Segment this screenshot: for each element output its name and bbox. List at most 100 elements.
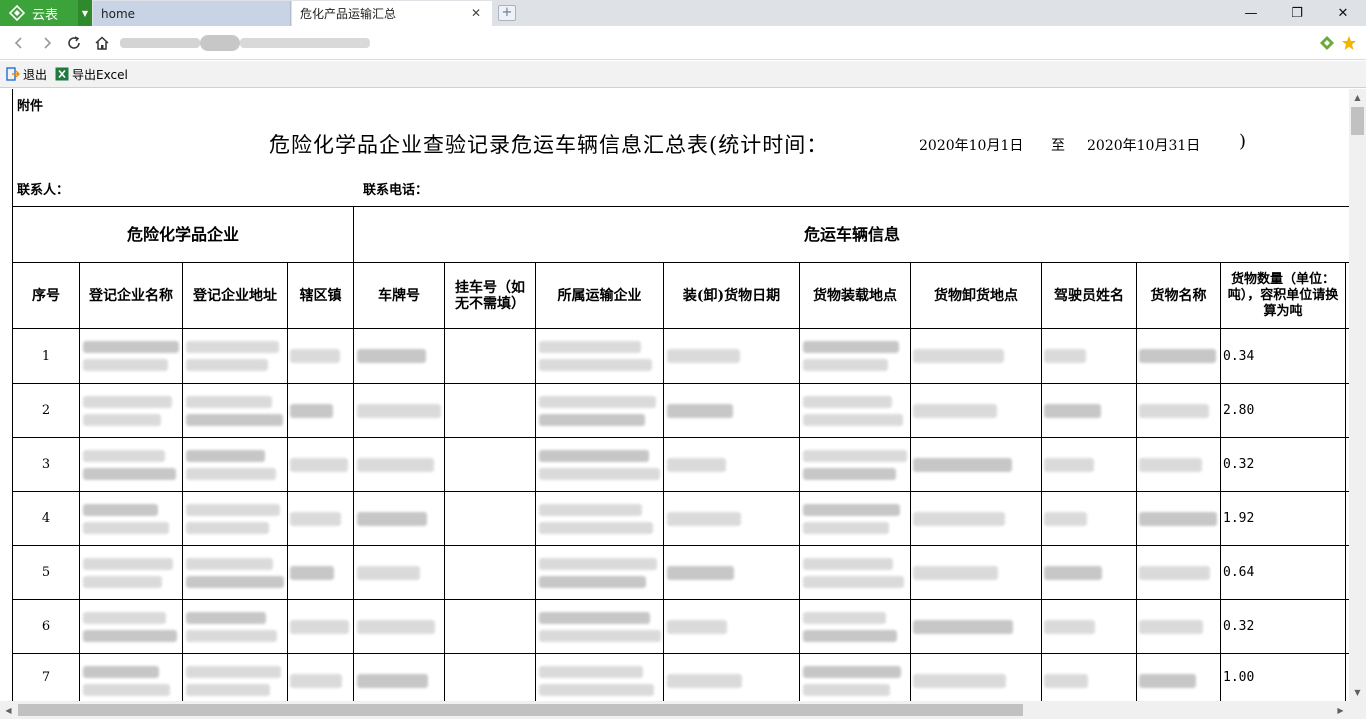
address-bar <box>0 26 1366 60</box>
redacted-text <box>290 404 333 418</box>
tab-label: home <box>101 6 136 21</box>
scroll-left-icon[interactable]: ◀ <box>0 701 17 719</box>
redacted-text <box>1139 620 1203 634</box>
vertical-scrollbar[interactable]: ▲ ▼ <box>1349 89 1366 701</box>
redacted-text <box>83 414 161 426</box>
redacted-text <box>803 396 892 408</box>
app-menu-button[interactable]: 云表 ▼ <box>0 0 92 26</box>
tab-label: 危化产品运输汇总 <box>300 7 397 21</box>
column-header: 登记企业名称 <box>89 287 173 304</box>
redacted-text <box>357 620 435 634</box>
redacted-text <box>290 620 349 634</box>
new-tab-button[interactable]: + <box>498 5 516 21</box>
scrollbar-corner <box>1349 701 1366 719</box>
tab-home[interactable]: home <box>93 1 291 26</box>
exit-button[interactable]: 退出 <box>6 66 47 83</box>
scroll-right-icon[interactable]: ▶ <box>1332 701 1349 719</box>
bookmark-star-icon[interactable] <box>1340 34 1358 52</box>
redacted-text <box>1139 458 1202 472</box>
redacted-text <box>186 396 272 408</box>
redacted-text <box>913 674 1006 688</box>
redacted-text <box>539 630 661 642</box>
export-excel-button[interactable]: 导出Excel <box>55 66 128 83</box>
redacted-text <box>913 620 1013 634</box>
tab-bar: 云表 ▼ home 危化产品运输汇总 ✕ + — ❐ ✕ <box>0 0 1366 26</box>
column-header: 所属运输企业 <box>557 287 642 304</box>
close-tab-icon[interactable]: ✕ <box>470 7 482 19</box>
redacted-text <box>357 566 420 580</box>
horizontal-scrollbar[interactable]: ◀ ▶ <box>0 701 1349 719</box>
maximize-icon[interactable]: ❐ <box>1274 0 1320 26</box>
scroll-up-icon[interactable]: ▲ <box>1349 89 1366 106</box>
redacted-text <box>803 558 893 570</box>
column-header: 挂车号（如无不需填） <box>455 279 525 312</box>
redacted-text <box>1139 404 1209 418</box>
redacted-text <box>186 468 276 480</box>
redacted-text <box>803 341 899 353</box>
redacted-text <box>357 674 428 688</box>
redacted-text <box>1044 349 1086 363</box>
redacted-text <box>290 458 348 472</box>
redacted-text <box>539 359 652 371</box>
vertical-scroll-thumb[interactable] <box>1351 107 1364 135</box>
redacted-text <box>1044 566 1102 580</box>
forward-arrow-icon[interactable] <box>36 32 58 54</box>
url-field[interactable] <box>120 35 370 51</box>
redacted-text <box>1044 458 1094 472</box>
row-number: 7 <box>41 670 51 685</box>
period-end: 2020年10月31日 <box>1087 138 1201 154</box>
redacted-text <box>357 512 427 526</box>
column-header: 登记企业地址 <box>193 287 277 304</box>
report-document: 附件 危险化学品企业查验记录危运车辆信息汇总表(统计时间： 2020年10月1日… <box>12 89 1349 701</box>
redacted-text <box>83 504 158 516</box>
attachment-label: 附件 <box>17 99 44 114</box>
excel-icon <box>55 67 69 81</box>
row-number: 3 <box>41 457 51 472</box>
redacted-text <box>83 666 159 678</box>
redacted-text <box>1044 512 1087 526</box>
redacted-text <box>83 612 166 624</box>
redacted-text <box>913 566 998 580</box>
redacted-text <box>803 612 886 624</box>
horizontal-scroll-thumb[interactable] <box>18 704 1023 716</box>
column-header: 装(卸)货物日期 <box>682 287 781 304</box>
redacted-text <box>803 684 890 696</box>
chevron-down-icon[interactable]: ▼ <box>78 0 92 26</box>
redacted-text <box>83 522 169 534</box>
row-number: 1 <box>41 348 51 364</box>
redacted-text <box>1044 404 1101 418</box>
contact-label: 联系人： <box>17 183 70 198</box>
tab-hazmat-summary[interactable]: 危化产品运输汇总 ✕ <box>292 1 492 26</box>
minimize-icon[interactable]: — <box>1228 0 1274 26</box>
redacted-text <box>667 404 733 418</box>
redacted-text <box>667 512 741 526</box>
redacted-text <box>667 566 734 580</box>
redacted-text <box>290 512 341 526</box>
back-arrow-icon[interactable] <box>8 32 30 54</box>
column-header: 车牌号 <box>378 287 420 304</box>
redacted-text <box>913 404 997 418</box>
scroll-down-icon[interactable]: ▼ <box>1349 684 1366 701</box>
period-close-paren: ) <box>1239 131 1247 152</box>
redacted-text <box>667 349 740 363</box>
redacted-text <box>83 468 176 480</box>
redacted-text <box>186 558 273 570</box>
redacted-text <box>803 468 896 480</box>
redacted-text <box>186 450 265 462</box>
redacted-text <box>186 612 266 624</box>
reload-icon[interactable] <box>63 32 85 54</box>
exit-icon <box>6 67 20 81</box>
app-name: 云表 <box>32 7 59 23</box>
redacted-text <box>290 566 334 580</box>
redacted-text <box>913 512 1005 526</box>
extension-icon[interactable] <box>1318 34 1336 52</box>
column-header: 货物数量（单位：吨），容积单位请换算为吨 <box>1227 271 1339 319</box>
column-header: 货物名称 <box>1150 287 1207 304</box>
period-to: 至 <box>1051 138 1065 154</box>
cargo-quantity: 0.64 <box>1223 565 1255 580</box>
home-icon[interactable] <box>91 32 113 54</box>
window-close-icon[interactable]: ✕ <box>1320 0 1366 26</box>
cargo-quantity: 0.32 <box>1223 619 1255 634</box>
redacted-text <box>186 414 283 426</box>
redacted-text <box>539 666 643 678</box>
